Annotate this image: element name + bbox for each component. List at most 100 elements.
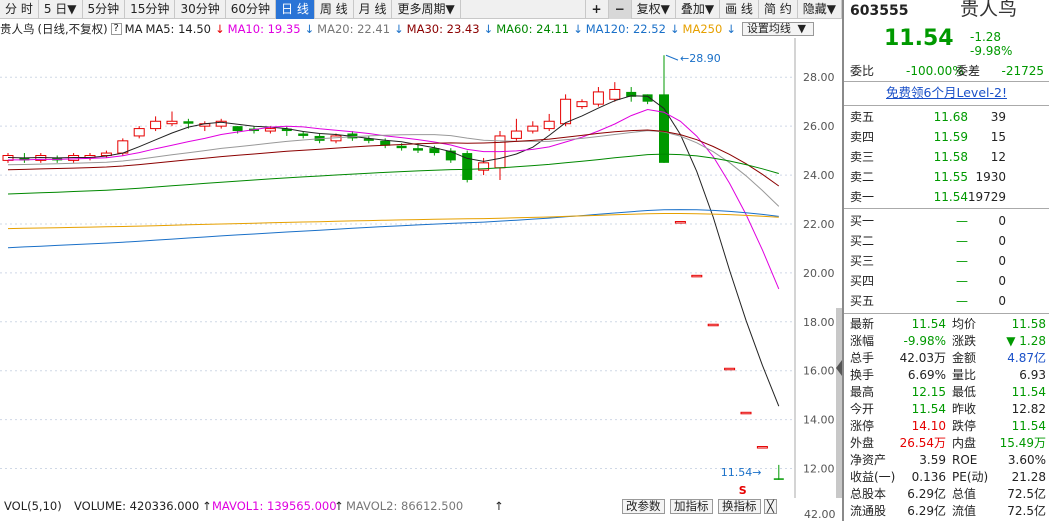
tool-button-2[interactable]: 复权▼	[632, 0, 676, 19]
period-tab-2[interactable]: 5分钟	[83, 0, 126, 19]
tool-button-5[interactable]: 简 约	[759, 0, 798, 19]
high-price-label: ←28.90	[680, 52, 721, 65]
stat-value: 6.29亿	[907, 504, 946, 518]
tool-button-6[interactable]: 隐藏▼	[798, 0, 842, 19]
ask-row[interactable]: 卖二 11.55 1930	[848, 168, 1046, 186]
period-tab-9[interactable]: 更多周期▼	[392, 0, 461, 19]
period-tab-1[interactable]: 5 日▼	[39, 0, 83, 19]
candle-body	[773, 478, 784, 480]
stat-value: 26.54万	[899, 436, 946, 450]
stat-label: 内盘	[952, 436, 977, 450]
kline-chart[interactable]: 28.00 26.00 24.00 22.00 20.00 18.00 16.00 14.00…	[0, 38, 842, 498]
stat-value: 12.15	[911, 385, 946, 399]
mavol2-value: MAVOL2: 86612.500	[346, 499, 464, 513]
quote-panel: 603555 贵人鸟 11.54 -1.28 -9.98% 委比 -100.00…	[842, 0, 1049, 521]
candle-body	[413, 148, 423, 151]
candle-body	[691, 274, 703, 278]
candle-body	[707, 323, 719, 327]
stat-row: 涨停 14.10 跌停 11.54	[848, 418, 1046, 435]
period-tab-6[interactable]: 日 线	[276, 0, 315, 19]
stat-label: 净资产	[850, 453, 887, 467]
period-tab-3[interactable]: 15分钟	[125, 0, 176, 19]
vol-name: VOL(5,10)	[4, 499, 62, 513]
ma-settings-label: 设置均线	[746, 22, 791, 35]
stat-value: 21.28	[1011, 470, 1046, 484]
stat-label: 涨停	[850, 419, 875, 433]
ask-volume: 39	[990, 110, 1006, 124]
ma-item-3: MA30: 23.43	[406, 22, 480, 36]
stat-row: 最高 12.15 最低 11.54	[848, 384, 1046, 401]
stat-value: 72.5亿	[1007, 504, 1046, 518]
price-tick-label: 28.00	[803, 71, 835, 84]
volume-value: VOLUME: 420336.000	[74, 499, 200, 513]
ask-label: 卖一	[850, 190, 875, 204]
candle-body	[592, 91, 604, 105]
tool-button-4[interactable]: 画 线	[720, 0, 759, 19]
bid-row[interactable]: 买五 — 0	[848, 292, 1046, 310]
switch-indicator-button[interactable]: 换指标	[718, 499, 761, 514]
candle-body	[659, 94, 669, 163]
ma-item-6: MA250	[682, 22, 723, 36]
ask-price: 11.58	[933, 150, 968, 164]
edit-params-button[interactable]: 改参数	[622, 499, 665, 514]
ask-row[interactable]: 卖四 11.59 15	[848, 128, 1046, 146]
ask-label: 卖三	[850, 150, 875, 164]
period-tab-5[interactable]: 60分钟	[226, 0, 276, 19]
ma-item-5: MA120: 22.52	[585, 22, 666, 36]
stat-label: 最新	[850, 317, 875, 331]
bid-volume: 0	[998, 234, 1006, 248]
period-tab-7[interactable]: 周 线	[315, 0, 354, 19]
bid-row[interactable]: 买四 — 0	[848, 272, 1046, 290]
bid-row[interactable]: 买二 — 0	[848, 232, 1046, 250]
candle-body	[264, 128, 276, 132]
candle-body	[298, 133, 309, 136]
tool-button-1[interactable]: −	[608, 0, 632, 19]
close-icon[interactable]: ╳	[764, 499, 777, 514]
period-tab-8[interactable]: 月 线	[354, 0, 393, 19]
stat-value: 11.54	[1011, 385, 1046, 399]
ma-arrow-icon: ↓	[573, 22, 583, 36]
stat-label: 外盘	[850, 436, 875, 450]
stat-label: 换手	[850, 368, 875, 382]
level2-promo-link[interactable]: 免费领6个月Level-2!	[886, 85, 1007, 100]
stat-row: 总股本 6.29亿 总值 72.5亿	[848, 486, 1046, 503]
ma-arrow-icon: ↓	[483, 22, 494, 36]
stat-value: 6.29亿	[907, 487, 946, 501]
ma-item-4: MA60: 24.11	[496, 22, 570, 36]
stat-value: 3.59	[919, 453, 946, 467]
ask-price: 11.68	[933, 110, 968, 124]
help-icon[interactable]: ?	[110, 23, 122, 35]
stock-code: 603555	[850, 3, 909, 19]
candle-body	[232, 126, 243, 132]
bid-label: 买三	[850, 254, 875, 268]
bid-row[interactable]: 买一 — 0	[848, 212, 1046, 230]
vol-label: VOL(5,10)	[4, 499, 62, 513]
ma-line-120	[7, 209, 779, 249]
ma-settings-button[interactable]: 设置均线 ▼	[741, 22, 814, 36]
bid-label: 买一	[850, 214, 875, 228]
last-price: 11.54	[884, 26, 954, 51]
ask-label: 卖四	[850, 130, 875, 144]
bid-price: —	[956, 234, 968, 248]
weibi-label: 委比	[850, 64, 875, 78]
bid-row[interactable]: 买三 — 0	[848, 252, 1046, 270]
ask-volume: 1930	[975, 170, 1006, 184]
period-tab-0[interactable]: 分 时	[0, 0, 39, 19]
period-toolbar: 分 时5 日▼ 5分钟 15分钟 30分钟 60分钟日 线周 线月 线更多周期▼ + − 复权…	[0, 0, 842, 19]
ask-row[interactable]: 卖三 11.58 12	[848, 148, 1046, 166]
add-indicator-button[interactable]: 加指标	[670, 499, 713, 514]
period-tab-4[interactable]: 30分钟	[175, 0, 226, 19]
price-tick-label: 14.00	[803, 414, 835, 427]
tool-button-0[interactable]: +	[586, 0, 609, 19]
stat-label: 总手	[850, 351, 875, 365]
price-tick-label: 20.00	[803, 267, 835, 280]
stat-row: 收益(一) 0.136 PE(动) 21.28	[848, 469, 1046, 486]
price-tick-label: 24.00	[803, 169, 835, 182]
ask-row[interactable]: 卖五 11.68 39	[848, 108, 1046, 126]
stat-label: 最高	[850, 385, 875, 399]
ask-row[interactable]: 卖一 11.54 19729	[848, 188, 1046, 206]
candle-body	[133, 128, 145, 137]
ma-label: MA	[124, 22, 143, 36]
stat-row: 换手 6.69% 量比 6.93	[848, 367, 1046, 384]
tool-button-3[interactable]: 叠加▼	[676, 0, 721, 19]
